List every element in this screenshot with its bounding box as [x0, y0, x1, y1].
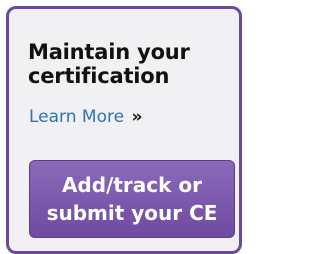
page: Maintain your certification Learn More »…	[0, 0, 253, 254]
add-track-ce-button[interactable]: Add/track or submit your CE	[29, 160, 235, 238]
add-track-ce-button-label: Add/track or submit your CE	[46, 173, 218, 225]
double-chevron-right-icon: »	[131, 107, 143, 127]
learn-more-label: Learn More	[29, 107, 125, 127]
learn-more-link[interactable]: Learn More »	[29, 106, 142, 128]
card-title: Maintain your certification	[28, 40, 190, 88]
